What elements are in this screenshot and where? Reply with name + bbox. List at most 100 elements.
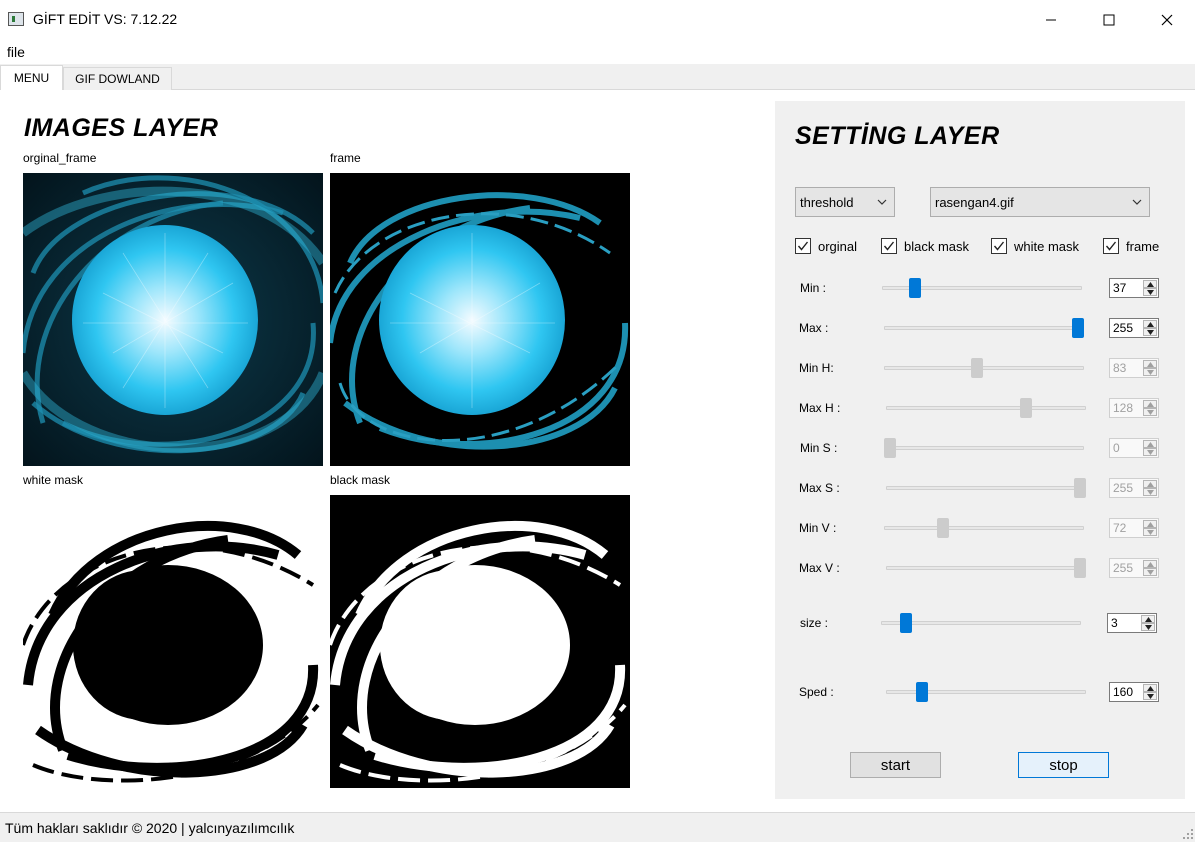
menu-bar: file: [0, 40, 1195, 64]
tab-gif-download[interactable]: GIF DOWLAND: [63, 67, 172, 90]
file-select[interactable]: rasengan4.gif: [930, 187, 1150, 217]
spin-up-button[interactable]: [1143, 520, 1157, 528]
spin-up-button[interactable]: [1143, 560, 1157, 568]
spinbox-minv[interactable]: 72: [1109, 518, 1159, 538]
checkbox-label: white mask: [1014, 238, 1080, 254]
spin-down-button[interactable]: [1143, 408, 1157, 416]
spinbox-max[interactable]: 255: [1109, 318, 1159, 338]
spin-down-button[interactable]: [1143, 448, 1157, 456]
slider-thumb[interactable]: [884, 438, 896, 458]
spin-up-button[interactable]: [1143, 684, 1157, 692]
arrow-up-icon: [1146, 521, 1154, 527]
arrow-down-icon: [1146, 449, 1154, 455]
spin-down-button[interactable]: [1141, 623, 1155, 631]
slider-thumb[interactable]: [1020, 398, 1032, 418]
resize-grip-icon[interactable]: [1183, 829, 1193, 839]
spin-arrows[interactable]: [1143, 440, 1157, 456]
spin-down-button[interactable]: [1143, 368, 1157, 376]
slider-mins[interactable]: [884, 438, 1084, 458]
checkbox-box[interactable]: [795, 238, 811, 254]
arrow-up-icon: [1146, 281, 1154, 287]
spinbox-value: 128: [1113, 401, 1134, 415]
spinbox-sped[interactable]: 160: [1109, 682, 1159, 702]
checkbox-orginal[interactable]: orginal: [795, 238, 857, 254]
checkbox-white-mask[interactable]: white mask: [991, 238, 1079, 254]
spin-up-button[interactable]: [1143, 360, 1157, 368]
spin-down-button[interactable]: [1143, 488, 1157, 496]
stop-button[interactable]: stop: [1018, 752, 1109, 778]
arrow-down-icon: [1146, 489, 1154, 495]
close-button[interactable]: [1138, 0, 1195, 40]
slider-track: [884, 326, 1084, 330]
slider-thumb[interactable]: [1074, 478, 1086, 498]
spinbox-min[interactable]: 37: [1109, 278, 1159, 298]
spin-up-button[interactable]: [1141, 615, 1155, 623]
spin-arrows[interactable]: [1143, 560, 1157, 576]
checkbox-box[interactable]: [1103, 238, 1119, 254]
slider-thumb[interactable]: [937, 518, 949, 538]
spin-arrows[interactable]: [1141, 615, 1155, 631]
checkmark-icon: [1105, 241, 1117, 251]
spin-down-button[interactable]: [1143, 568, 1157, 576]
slider-max[interactable]: [884, 318, 1084, 338]
spinbox-value: 3: [1111, 616, 1118, 630]
checkbox-label: frame: [1126, 238, 1160, 254]
start-button[interactable]: start: [850, 752, 941, 778]
spin-down-button[interactable]: [1143, 528, 1157, 536]
spinbox-minh[interactable]: 83: [1109, 358, 1159, 378]
checkbox-black-mask[interactable]: black mask: [881, 238, 969, 254]
spinbox-value: 72: [1113, 521, 1127, 535]
arrow-up-icon: [1146, 481, 1154, 487]
slider-maxv[interactable]: [886, 558, 1086, 578]
black-mask-image: [330, 495, 630, 788]
spin-down-button[interactable]: [1143, 288, 1157, 296]
slider-thumb[interactable]: [971, 358, 983, 378]
slider-sped[interactable]: [886, 682, 1086, 702]
label-min: Min :: [800, 281, 827, 295]
slider-maxh[interactable]: [886, 398, 1086, 418]
menu-file[interactable]: file: [7, 44, 25, 60]
checkbox-box[interactable]: [991, 238, 1007, 254]
spin-arrows[interactable]: [1143, 684, 1157, 700]
spinbox-maxh[interactable]: 128: [1109, 398, 1159, 418]
spin-down-button[interactable]: [1143, 328, 1157, 336]
spin-arrows[interactable]: [1143, 320, 1157, 336]
spinbox-size[interactable]: 3: [1107, 613, 1157, 633]
checkbox-frame[interactable]: frame: [1103, 238, 1159, 254]
spinbox-maxv[interactable]: 255: [1109, 558, 1159, 578]
checkbox-label: black mask: [904, 238, 970, 254]
spinbox-mins[interactable]: 0: [1109, 438, 1159, 458]
slider-min[interactable]: [882, 278, 1082, 298]
spin-up-button[interactable]: [1143, 400, 1157, 408]
checkbox-box[interactable]: [881, 238, 897, 254]
spin-arrows[interactable]: [1143, 400, 1157, 416]
spin-up-button[interactable]: [1143, 320, 1157, 328]
spin-arrows[interactable]: [1143, 280, 1157, 296]
spinbox-maxs[interactable]: 255: [1109, 478, 1159, 498]
slider-minv[interactable]: [884, 518, 1084, 538]
slider-size[interactable]: [881, 613, 1081, 633]
spin-up-button[interactable]: [1143, 440, 1157, 448]
label-maxh: Max H :: [799, 401, 841, 415]
minimize-button[interactable]: [1022, 0, 1080, 40]
slider-thumb[interactable]: [900, 613, 912, 633]
arrow-up-icon: [1146, 561, 1154, 567]
tab-menu[interactable]: MENU: [0, 65, 63, 90]
spinbox-value: 255: [1113, 321, 1134, 335]
spin-arrows[interactable]: [1143, 360, 1157, 376]
spin-up-button[interactable]: [1143, 480, 1157, 488]
spin-up-button[interactable]: [1143, 280, 1157, 288]
slider-maxs[interactable]: [886, 478, 1086, 498]
slider-thumb[interactable]: [1074, 558, 1086, 578]
slider-minh[interactable]: [884, 358, 1084, 378]
spin-down-button[interactable]: [1143, 692, 1157, 700]
spin-arrows[interactable]: [1143, 520, 1157, 536]
slider-thumb[interactable]: [909, 278, 921, 298]
slider-thumb[interactable]: [916, 682, 928, 702]
images-layer-title: IMAGES LAYER: [24, 114, 219, 142]
slider-thumb[interactable]: [1072, 318, 1084, 338]
spin-arrows[interactable]: [1143, 480, 1157, 496]
original-frame-image: [23, 173, 323, 466]
maximize-button[interactable]: [1080, 0, 1138, 40]
mode-select[interactable]: threshold: [795, 187, 895, 217]
